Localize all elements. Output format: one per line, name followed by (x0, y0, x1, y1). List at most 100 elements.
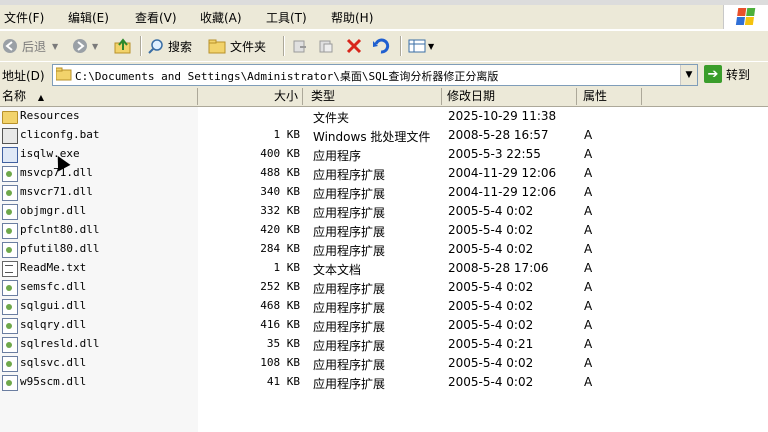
chevron-down-icon: ▼ (52, 41, 59, 51)
search-button[interactable]: 搜索 (148, 37, 192, 55)
undo-icon (373, 38, 390, 54)
column-header-size[interactable]: 大小 (198, 88, 303, 105)
file-size: 1 KB (273, 128, 301, 141)
file-name: ReadMe.txt (20, 261, 87, 274)
file-modified: 2005-5-4 0:02 (448, 280, 534, 294)
menu-tools[interactable]: 工具(T) (266, 9, 307, 26)
file-row[interactable]: ReadMe.txt 1 KB 文本文档 2008-5-28 17:06 A (0, 259, 768, 278)
menu-file[interactable]: 文件(F) (4, 9, 44, 26)
file-row[interactable]: sqlqry.dll 416 KB 应用程序扩展 2005-5-4 0:02 A (0, 316, 768, 335)
file-row[interactable]: Resources 文件夹 2025-10-29 11:38 (0, 107, 768, 126)
file-size: 284 KB (260, 242, 300, 255)
file-attributes: A (584, 147, 593, 161)
file-row[interactable]: sqlsvc.dll 108 KB 应用程序扩展 2005-5-4 0:02 A (0, 354, 768, 373)
menu-help[interactable]: 帮助(H) (331, 9, 373, 26)
menu-edit[interactable]: 编辑(E) (68, 9, 109, 26)
dll-file-icon (2, 242, 18, 258)
file-modified: 2005-5-4 0:02 (448, 223, 534, 237)
file-type: 应用程序扩展 (313, 301, 386, 315)
column-modified-label: 修改日期 (447, 89, 496, 103)
standard-toolbar: 后退 ▼ ▼ 搜索 文件夹 ▼ (0, 30, 768, 63)
file-modified: 2025-10-29 11:38 (448, 109, 557, 123)
file-row[interactable]: msvcr71.dll 340 KB 应用程序扩展 2004-11-29 12:06 A (0, 183, 768, 202)
file-type: 应用程序扩展 (313, 168, 386, 182)
file-row[interactable]: w95scm.dll 41 KB 应用程序扩展 2005-5-4 0:02 A (0, 373, 768, 392)
search-label: 搜索 (168, 39, 193, 54)
dll-file-icon (2, 337, 18, 353)
column-header-name[interactable]: 名称 ▲ (0, 88, 198, 105)
up-folder-button[interactable] (114, 37, 132, 55)
file-row[interactable]: msvcp71.dll 488 KB 应用程序扩展 2004-11-29 12:06 A (0, 164, 768, 183)
file-row[interactable]: isqlw.exe 400 KB 应用程序 2005-5-3 22:55 A (0, 145, 768, 164)
views-button[interactable]: ▼ (408, 37, 434, 55)
column-header-attributes[interactable]: 属性 (577, 88, 642, 105)
copy-to-button[interactable] (318, 37, 334, 55)
file-name: isqlw.exe (20, 147, 80, 160)
file-modified: 2004-11-29 12:06 (448, 185, 557, 199)
address-input[interactable]: C:\Documents and Settings\Administrator\… (52, 64, 698, 86)
file-attributes: A (584, 128, 593, 142)
back-button[interactable]: 后退 ▼ (2, 37, 58, 55)
column-attr-label: 属性 (583, 89, 608, 103)
address-label: 地址(D) (2, 69, 45, 83)
file-name: pfclnt80.dll (20, 223, 100, 236)
file-name: sqlresld.dll (20, 337, 100, 350)
file-modified: 2005-5-4 0:02 (448, 204, 534, 218)
dll-file-icon (2, 185, 18, 201)
folder-icon (56, 67, 72, 81)
file-row[interactable]: semsfc.dll 252 KB 应用程序扩展 2005-5-4 0:02 A (0, 278, 768, 297)
folders-button[interactable]: 文件夹 (208, 37, 266, 55)
undo-button[interactable] (372, 37, 390, 55)
column-type-label: 类型 (311, 89, 336, 103)
file-attributes: A (584, 318, 593, 332)
file-modified: 2005-5-4 0:02 (448, 356, 534, 370)
search-icon (148, 39, 163, 54)
file-size: 416 KB (260, 318, 300, 331)
menu-favorites[interactable]: 收藏(A) (200, 9, 242, 26)
move-to-icon (293, 40, 306, 53)
address-dropdown-button[interactable]: ▼ (680, 65, 697, 85)
file-modified: 2005-5-4 0:21 (448, 337, 534, 351)
file-size: 340 KB (260, 185, 300, 198)
toolbar-separator (400, 36, 402, 56)
toolbar-separator (140, 36, 142, 56)
file-row[interactable]: sqlresld.dll 35 KB 应用程序扩展 2005-5-4 0:21 A (0, 335, 768, 354)
file-type: 文件夹 (313, 111, 350, 125)
dll-file-icon (2, 223, 18, 239)
file-modified: 2008-5-28 17:06 (448, 261, 549, 275)
column-header-modified[interactable]: 修改日期 (442, 88, 577, 105)
move-to-button[interactable] (292, 37, 308, 55)
file-row[interactable]: pfclnt80.dll 420 KB 应用程序扩展 2005-5-4 0:02 A (0, 221, 768, 240)
file-name: cliconfg.bat (20, 128, 100, 141)
menu-view[interactable]: 查看(V) (135, 9, 177, 26)
up-folder-icon (114, 38, 131, 54)
file-row[interactable]: pfutil80.dll 284 KB 应用程序扩展 2005-5-4 0:02 A (0, 240, 768, 259)
file-type: 应用程序扩展 (313, 244, 386, 258)
file-attributes: A (584, 242, 593, 256)
folder-icon (2, 111, 18, 124)
toolbar-separator (283, 36, 285, 56)
forward-button[interactable]: ▼ (72, 37, 98, 55)
windows-logo-icon (723, 5, 768, 29)
file-row[interactable]: sqlgui.dll 468 KB 应用程序扩展 2005-5-4 0:02 A (0, 297, 768, 316)
dll-file-icon (2, 356, 18, 372)
back-label: 后退 (22, 39, 47, 54)
bat-file-icon (2, 128, 18, 144)
file-row[interactable]: objmgr.dll 332 KB 应用程序扩展 2005-5-4 0:02 A (0, 202, 768, 221)
file-modified: 2008-5-28 16:57 (448, 128, 549, 142)
file-size: 252 KB (260, 280, 300, 293)
folders-label: 文件夹 (230, 39, 267, 54)
file-list: Resources 文件夹 2025-10-29 11:38 cliconfg.bat… (0, 107, 768, 432)
sort-ascending-icon: ▲ (37, 93, 44, 102)
go-label: 转到 (726, 67, 751, 82)
file-modified: 2005-5-4 0:02 (448, 299, 534, 313)
column-header-type[interactable]: 类型 (303, 88, 442, 105)
dll-file-icon (2, 318, 18, 334)
file-attributes: A (584, 280, 593, 294)
file-row[interactable]: cliconfg.bat 1 KB Windows 批处理文件 2008-5-28 1… (0, 126, 768, 145)
delete-button[interactable] (345, 37, 363, 55)
file-modified: 2005-5-4 0:02 (448, 242, 534, 256)
file-size: 41 KB (266, 375, 300, 388)
dll-file-icon (2, 375, 18, 391)
go-button[interactable]: ➔ 转到 (704, 65, 750, 83)
